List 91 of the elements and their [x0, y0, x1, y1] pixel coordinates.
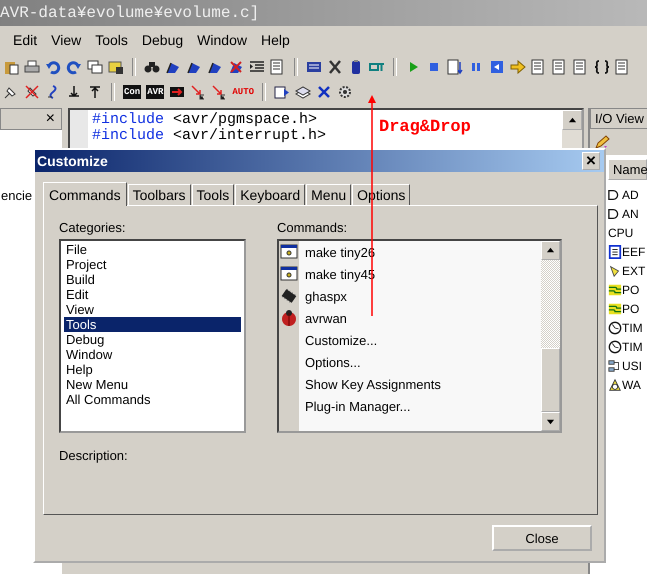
memory-icon: [608, 244, 622, 258]
tab[interactable]: Tools: [192, 184, 234, 205]
pencil-icon[interactable]: [594, 134, 610, 150]
serial-icon: [608, 358, 622, 372]
window-icon: [280, 243, 298, 261]
windows-icon[interactable]: [87, 58, 103, 74]
tab[interactable]: Keyboard: [235, 184, 306, 205]
stack-icon[interactable]: [295, 84, 312, 100]
list-item[interactable]: CPU: [608, 226, 634, 240]
arrow-icon[interactable]: [211, 84, 228, 100]
tab[interactable]: Toolbars: [128, 184, 191, 205]
window-title: AVR-data¥evolume¥evolume.c]: [0, 4, 260, 22]
close-button[interactable]: ×: [46, 110, 55, 128]
list-item[interactable]: WA: [622, 378, 641, 392]
list-item[interactable]: PO: [622, 282, 640, 296]
timer-icon: [608, 340, 622, 354]
menu-item[interactable]: Help: [254, 30, 297, 50]
list-item[interactable]: Debug: [64, 332, 241, 347]
list-item[interactable]: View: [64, 302, 241, 317]
categories-label: Categories:: [59, 220, 126, 235]
command-item[interactable]: avrwan: [299, 310, 347, 326]
scrollbar[interactable]: [541, 241, 560, 431]
menu-item[interactable]: Debug: [134, 30, 190, 50]
up-arrow-icon: [546, 246, 555, 255]
back-icon[interactable]: [489, 58, 505, 74]
close-button[interactable]: ×: [582, 152, 600, 170]
tab[interactable]: Commands: [43, 182, 127, 206]
port-icon: [608, 302, 622, 316]
down-arrow-icon: [546, 417, 555, 426]
command-item[interactable]: ghaspx: [299, 288, 347, 304]
list-item[interactable]: Window: [64, 347, 241, 362]
down-bar-icon[interactable]: [66, 84, 82, 100]
folder-icon[interactable]: [108, 58, 124, 74]
toolbar-button[interactable]: AVR: [146, 84, 164, 98]
list-item[interactable]: PO: [622, 302, 640, 316]
command-item[interactable]: Show Key Assignments: [299, 376, 441, 392]
pin-icon[interactable]: [24, 84, 40, 100]
indent-icon[interactable]: [249, 58, 265, 74]
code-line: #include <avr/interrupt.h>: [92, 128, 326, 144]
list-item[interactable]: Tools: [64, 317, 241, 332]
annotation-text: Drag&Drop: [379, 118, 471, 137]
gear-icon[interactable]: [337, 84, 354, 100]
list-item[interactable]: Project: [64, 257, 241, 272]
list-item[interactable]: File: [64, 242, 241, 257]
list-item[interactable]: Build: [64, 272, 241, 287]
printer-icon[interactable]: [24, 58, 40, 74]
list-item[interactable]: EEF: [622, 244, 646, 258]
list-item[interactable]: AD: [622, 188, 639, 202]
list-item[interactable]: New Menu: [64, 377, 241, 392]
flag-icon[interactable]: [228, 58, 244, 74]
list-item[interactable]: Help: [64, 362, 241, 377]
categories-list[interactable]: File Project Build Edit View Tools Debug Window Help New Menu All Commands: [59, 239, 246, 433]
redo-icon[interactable]: [66, 58, 82, 74]
command-item[interactable]: Plug-in Manager...: [299, 398, 411, 414]
up-arrow-icon: [568, 116, 576, 124]
close-button[interactable]: Close: [492, 525, 592, 551]
command-item[interactable]: Customize...: [299, 332, 378, 348]
list-item[interactable]: TIM: [622, 340, 643, 354]
code-line: #include <avr/pgmspace.h>: [92, 112, 318, 128]
scroll-thumb[interactable]: [541, 348, 560, 412]
toolbar-button[interactable]: Con: [123, 84, 142, 98]
step-icon[interactable]: [447, 58, 463, 74]
window-icon: [280, 265, 298, 283]
arrow-icon[interactable]: [190, 84, 206, 100]
tree-item[interactable]: encie: [1, 188, 32, 203]
list-item[interactable]: AN: [622, 206, 639, 220]
scrollbar[interactable]: [562, 110, 582, 150]
command-item[interactable]: Options...: [299, 354, 361, 370]
tab[interactable]: Menu: [306, 184, 352, 205]
panel-tab[interactable]: I/O View: [590, 108, 647, 129]
port-icon: [608, 282, 622, 296]
description-label: Description:: [59, 448, 129, 463]
braces-icon[interactable]: [594, 58, 610, 74]
menu-item[interactable]: Window: [190, 30, 254, 50]
cross-icon[interactable]: [316, 84, 332, 100]
list-item[interactable]: All Commands: [64, 392, 241, 407]
ladybug-icon: [280, 309, 298, 327]
menu-item[interactable]: View: [44, 30, 88, 50]
list-item[interactable]: Edit: [64, 287, 241, 302]
arrow-icon[interactable]: [510, 58, 526, 74]
menu-item[interactable]: Edit: [6, 30, 44, 50]
dialog-title: Customize: [37, 153, 108, 169]
commands-label: Commands:: [277, 220, 348, 235]
column-header[interactable]: Name: [608, 159, 647, 180]
list-item[interactable]: USI: [622, 358, 642, 372]
up-bar-icon[interactable]: [87, 84, 103, 100]
list-item[interactable]: TIM: [622, 320, 643, 334]
menu-item[interactable]: Tools: [88, 30, 135, 50]
timer-icon: [608, 320, 622, 334]
list-item[interactable]: EXT: [622, 264, 646, 278]
undo-icon[interactable]: [45, 58, 61, 74]
